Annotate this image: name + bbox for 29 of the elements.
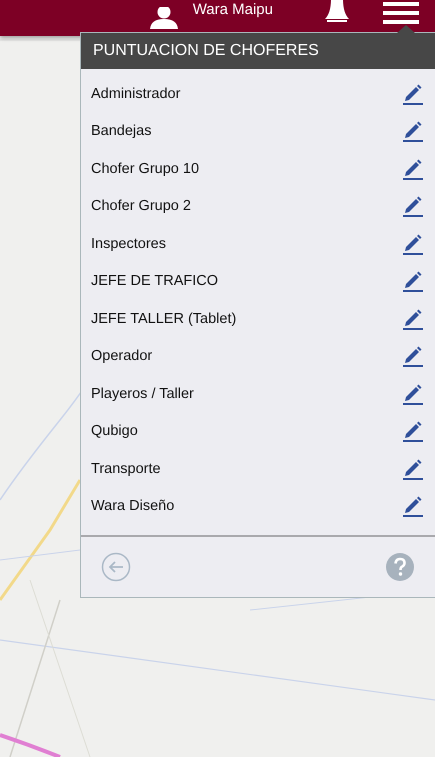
menu-item[interactable]: Transporte	[91, 460, 161, 477]
menu-item[interactable]: Qubigo	[91, 423, 138, 440]
pencil-icon[interactable]	[403, 270, 423, 292]
pencil-icon[interactable]	[403, 345, 423, 368]
menu-icon[interactable]	[383, 2, 419, 26]
menu-item[interactable]: JEFE TALLER (Tablet)	[91, 310, 236, 327]
user-icon[interactable]	[148, 7, 179, 29]
menu-item[interactable]: Operador	[91, 348, 152, 364]
menu-item[interactable]: Playeros / Taller	[91, 386, 194, 402]
menu-item[interactable]: Chofer Grupo 2	[91, 198, 191, 214]
pencil-icon[interactable]	[403, 458, 423, 480]
pencil-icon[interactable]	[403, 382, 423, 405]
pencil-icon[interactable]	[403, 158, 423, 180]
pencil-icon[interactable]	[403, 195, 423, 218]
menu-item[interactable]: Wara Diseño	[91, 498, 174, 514]
pencil-icon[interactable]	[403, 232, 423, 255]
pencil-icon[interactable]	[403, 120, 423, 142]
menu-item[interactable]: Chofer Grupo 10	[91, 160, 200, 177]
pencil-icon[interactable]	[403, 82, 423, 105]
pencil-icon[interactable]	[403, 308, 423, 330]
menu-item[interactable]: Inspectores	[91, 236, 166, 252]
menu-title: PUNTUACION DE CHOFERES	[81, 33, 435, 69]
menu-item[interactable]: JEFE DE TRAFICO	[91, 273, 218, 290]
bell-icon[interactable]	[323, 0, 351, 25]
menu-item[interactable]: Administrador	[91, 86, 180, 102]
pencil-icon[interactable]	[403, 420, 423, 442]
pencil-icon[interactable]	[403, 495, 423, 518]
user-name: Wara Maipu	[192, 0, 273, 18]
menu-item[interactable]: Bandejas	[91, 123, 152, 140]
